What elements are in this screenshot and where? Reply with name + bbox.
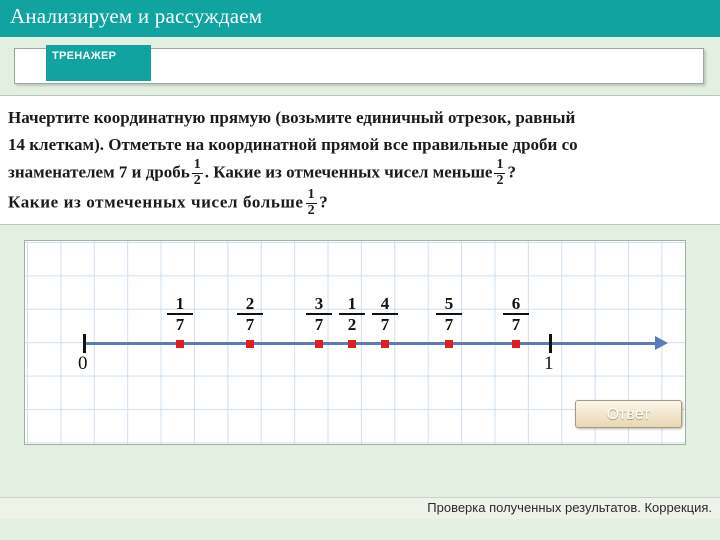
- point-fraction-label: 27: [237, 294, 263, 334]
- tick-origin: [83, 334, 86, 353]
- statement-line-3-part-c: ?: [507, 162, 516, 182]
- fraction-denominator: 7: [436, 313, 462, 334]
- point-marker[interactable]: [246, 340, 254, 348]
- point-marker[interactable]: [445, 340, 453, 348]
- tick-label-origin: 0: [78, 353, 88, 374]
- statement-line-4-part-b: ?: [319, 192, 329, 212]
- fraction-numerator: 5: [444, 294, 454, 313]
- page-title: Анализируем и рассуждаем: [10, 4, 263, 28]
- point-fraction-label: 17: [167, 294, 193, 334]
- fraction-denominator: 7: [503, 313, 529, 334]
- number-line-axis: [83, 342, 661, 345]
- footer-note: Проверка полученных результатов. Коррекц…: [427, 500, 712, 515]
- point-marker[interactable]: [381, 340, 389, 348]
- statement-line-3: знаменателем 7 и дробь 1 2. Какие из отмеч…: [8, 157, 712, 188]
- point-fraction-label: 57: [436, 294, 462, 334]
- fraction-numerator: 2: [245, 294, 255, 313]
- fraction-numerator: 1: [175, 294, 185, 313]
- fraction-one-half: 12: [494, 157, 506, 188]
- tick-label-unit: 1: [544, 353, 554, 374]
- fraction-one-half: 12: [191, 157, 203, 188]
- point-fraction-label: 67: [503, 294, 529, 334]
- fraction-numerator: 1: [347, 294, 357, 313]
- point-marker[interactable]: [348, 340, 356, 348]
- fraction-numerator: 3: [314, 294, 324, 313]
- point-marker[interactable]: [512, 340, 520, 348]
- title-bar: Анализируем и рассуждаем: [0, 0, 720, 37]
- point-marker[interactable]: [176, 340, 184, 348]
- fraction-denominator: 2: [339, 313, 365, 334]
- fraction-denominator: 7: [237, 313, 263, 334]
- fraction-denominator: 7: [167, 313, 193, 334]
- statement-line-4-part-a: Какие из отмеченных чисел больше: [8, 192, 304, 212]
- fraction-numerator: 6: [511, 294, 521, 313]
- statement-line-3-part-a: знаменателем 7 и дробь: [8, 162, 190, 182]
- fraction-one-half: 12: [305, 187, 318, 219]
- fraction-numerator: 4: [380, 294, 390, 313]
- statement-line-1: Начертите координатную прямую (возьмите …: [8, 108, 576, 127]
- trainer-badge[interactable]: ТРЕНАЖЕР: [46, 45, 151, 81]
- answer-button[interactable]: Ответ: [575, 400, 682, 428]
- problem-statement: Начертите координатную прямую (возьмите …: [0, 95, 720, 225]
- statement-line-4: Какие из отмеченных чисел больше 1 2?: [8, 188, 712, 218]
- point-fraction-label: 47: [372, 294, 398, 334]
- tick-unit: [549, 334, 552, 353]
- point-fraction-label: 37: [306, 294, 332, 334]
- axis-arrow-icon: [655, 336, 668, 350]
- point-fraction-label: 12: [339, 294, 365, 334]
- point-marker[interactable]: [315, 340, 323, 348]
- fraction-denominator: 7: [306, 313, 332, 334]
- statement-line-3-part-b: . Какие из отмеченных чисел меньше: [204, 162, 493, 182]
- fraction-denominator: 7: [372, 313, 398, 334]
- statement-line-2: 14 клеткам). Отметьте на координатной пр…: [8, 135, 578, 154]
